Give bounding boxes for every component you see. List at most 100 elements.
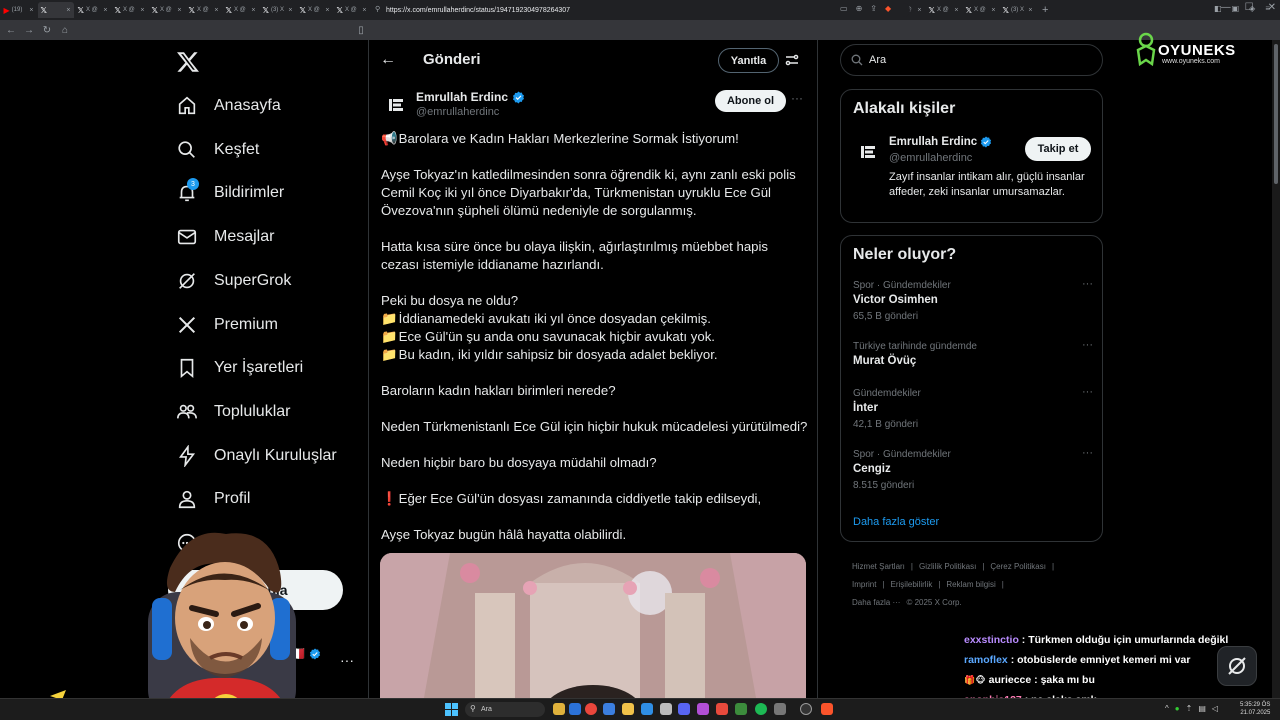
related-avatar[interactable] [853, 137, 883, 167]
close-tab-icon[interactable]: × [214, 7, 218, 14]
close-tab-icon[interactable]: × [288, 7, 292, 14]
obs-app-icon[interactable] [800, 703, 812, 715]
browser-tab[interactable]: 𝕏(3) X × [1000, 2, 1036, 18]
nav-item-bell[interactable]: 3 Bildirimler [176, 178, 284, 204]
nav-item-home[interactable]: Anasayfa [176, 95, 281, 117]
share-icon[interactable]: ⇪ [870, 4, 877, 13]
app-icon-2[interactable] [660, 703, 672, 715]
nav-item-search[interactable]: Keşfet [176, 139, 259, 161]
nav-item-mail[interactable]: Mesajlar [176, 226, 274, 248]
app-icon-4[interactable] [716, 703, 728, 715]
footer-link[interactable]: Hizmet Şartları [852, 562, 905, 571]
brave-shield-icon[interactable]: ◆ [885, 4, 891, 13]
taskbar-clock[interactable]: 5:35:29 ÖS 21.07.2025 [1240, 701, 1270, 717]
browser-tab[interactable]: 𝕏X @ × [334, 2, 370, 18]
volume-icon[interactable]: ◁ [1212, 704, 1218, 713]
search-input[interactable]: Ara [840, 44, 1103, 76]
browser-tab[interactable]: 𝕏X @ × [112, 2, 148, 18]
new-tab-icon[interactable]: + [1042, 4, 1048, 16]
taskbar-search[interactable]: ⚲ Ara [465, 702, 545, 717]
windows-start-icon[interactable] [445, 703, 458, 716]
sliders-icon[interactable] [784, 52, 800, 68]
discord-app-icon[interactable] [678, 703, 690, 715]
forward-nav-icon[interactable]: → [22, 23, 36, 37]
browser-tab[interactable]: 𝕏X @ × [75, 2, 111, 18]
scrollbar-thumb[interactable] [1274, 44, 1278, 184]
author-avatar[interactable] [381, 90, 411, 120]
close-tab-icon[interactable]: × [917, 7, 921, 14]
subscribe-button[interactable]: Abone ol [715, 90, 786, 112]
close-tab-icon[interactable]: × [991, 7, 995, 14]
grok-chat-button[interactable] [1217, 646, 1257, 686]
url-bar[interactable]: ⚲ https://x.com/emrullaherdinc/status/19… [370, 3, 910, 17]
app-icon-5[interactable] [735, 703, 747, 715]
teams-app-icon[interactable] [569, 703, 581, 715]
site-info-icon[interactable]: ⚲ [375, 5, 380, 13]
browser-tab[interactable]: 𝕏X @ × [186, 2, 222, 18]
x-logo-icon[interactable] [176, 50, 200, 74]
bookmark-page-icon[interactable]: ▯ [354, 23, 368, 37]
edge-app-icon[interactable] [641, 703, 653, 715]
show-more-link[interactable]: Daha fazla göster [853, 516, 939, 528]
app-icon[interactable] [603, 703, 615, 715]
browser-tab[interactable]: ▶ (19) × [1, 2, 37, 18]
nav-item-grok[interactable]: SuperGrok [176, 270, 291, 292]
browser-tab[interactable]: 𝕏X @ × [223, 2, 259, 18]
browser-tab[interactable]: 𝕏X @ × [297, 2, 333, 18]
nav-item-x-premium[interactable]: Premium [176, 314, 278, 336]
menu-icon[interactable]: ≡ [1265, 4, 1270, 13]
footer-link[interactable]: Çerez Politikası [990, 562, 1046, 571]
close-tab-icon[interactable]: × [177, 7, 181, 14]
close-tab-icon[interactable]: × [29, 7, 33, 14]
footer-link[interactable]: Imprint [852, 580, 876, 589]
trend-more-icon[interactable]: ··· [1082, 447, 1093, 459]
tray-app-icon-2[interactable]: ⇡ [1186, 704, 1193, 713]
footer-link[interactable]: Gizlilik Politikası [919, 562, 976, 571]
nav-item-lightning[interactable]: Onaylı Kuruluşlar [176, 444, 337, 467]
nav-item-profile[interactable]: Profil [176, 488, 250, 510]
trend-item[interactable]: Spor · Gündemdekiler Victor Osimhen 65,5 B… [853, 278, 1093, 322]
spotify-app-icon[interactable] [755, 703, 767, 715]
tweet-more-icon[interactable]: ··· [791, 91, 803, 105]
close-tab-icon[interactable]: × [1028, 7, 1032, 14]
browser-tab[interactable]: 𝕏(3) X × [260, 2, 296, 18]
app-icon-3[interactable] [697, 703, 709, 715]
close-tab-icon[interactable]: × [362, 7, 366, 14]
brave-app-icon[interactable] [821, 703, 833, 715]
nav-item-communities[interactable]: Topluluklar [176, 401, 290, 423]
close-tab-icon[interactable]: × [103, 7, 107, 14]
footer-link[interactable]: Daha fazla ··· [852, 598, 900, 607]
reply-button[interactable]: Yanıtla [718, 48, 779, 73]
follow-button[interactable]: Takip et [1025, 137, 1091, 161]
related-name[interactable]: Emrullah Erdinc [889, 136, 992, 148]
trend-more-icon[interactable]: ··· [1082, 386, 1093, 398]
browser-tab[interactable]: 𝕏X @ × [149, 2, 185, 18]
wallet-icon[interactable]: ▣ [1232, 4, 1240, 13]
close-tab-icon[interactable]: × [251, 7, 255, 14]
back-nav-icon[interactable]: ← [4, 23, 18, 37]
browser-tab[interactable]: 𝕏X @ × [926, 2, 962, 18]
browser-tab[interactable]: 𝕏 × [37, 2, 74, 18]
footer-link[interactable]: Erişilebilirlik [891, 580, 933, 589]
author-name[interactable]: Emrullah Erdinc [416, 90, 525, 104]
account-more-icon[interactable]: ··· [340, 652, 354, 668]
close-tab-icon[interactable]: × [325, 7, 329, 14]
screen-icon[interactable]: ▭ [840, 4, 848, 13]
nav-item-bookmark[interactable]: Yer İşaretleri [176, 357, 303, 379]
zoom-icon[interactable]: ⊕ [856, 4, 863, 13]
widgets-app-icon[interactable] [553, 703, 565, 715]
tweet-image[interactable] [380, 553, 806, 720]
browser-tab[interactable]: 𝕏X @ × [963, 2, 999, 18]
home-browser-icon[interactable]: ⌂ [58, 23, 72, 37]
extension-icon[interactable]: ◧ [1214, 4, 1222, 13]
tray-app-icon[interactable]: ● [1175, 704, 1180, 713]
trend-more-icon[interactable]: ··· [1082, 339, 1093, 351]
network-icon[interactable]: ▤ [1198, 704, 1206, 713]
file-explorer-icon[interactable] [622, 703, 634, 715]
trend-item[interactable]: Spor · Gündemdekiler Cengiz 8.515 gönderi ·… [853, 447, 1093, 491]
reload-icon[interactable]: ↻ [40, 23, 54, 37]
back-arrow-icon[interactable]: ← [380, 51, 396, 69]
footer-link[interactable]: Reklam bilgisi [946, 580, 995, 589]
tray-chevron-icon[interactable]: ^ [1165, 704, 1169, 713]
app-icon-6[interactable] [774, 703, 786, 715]
